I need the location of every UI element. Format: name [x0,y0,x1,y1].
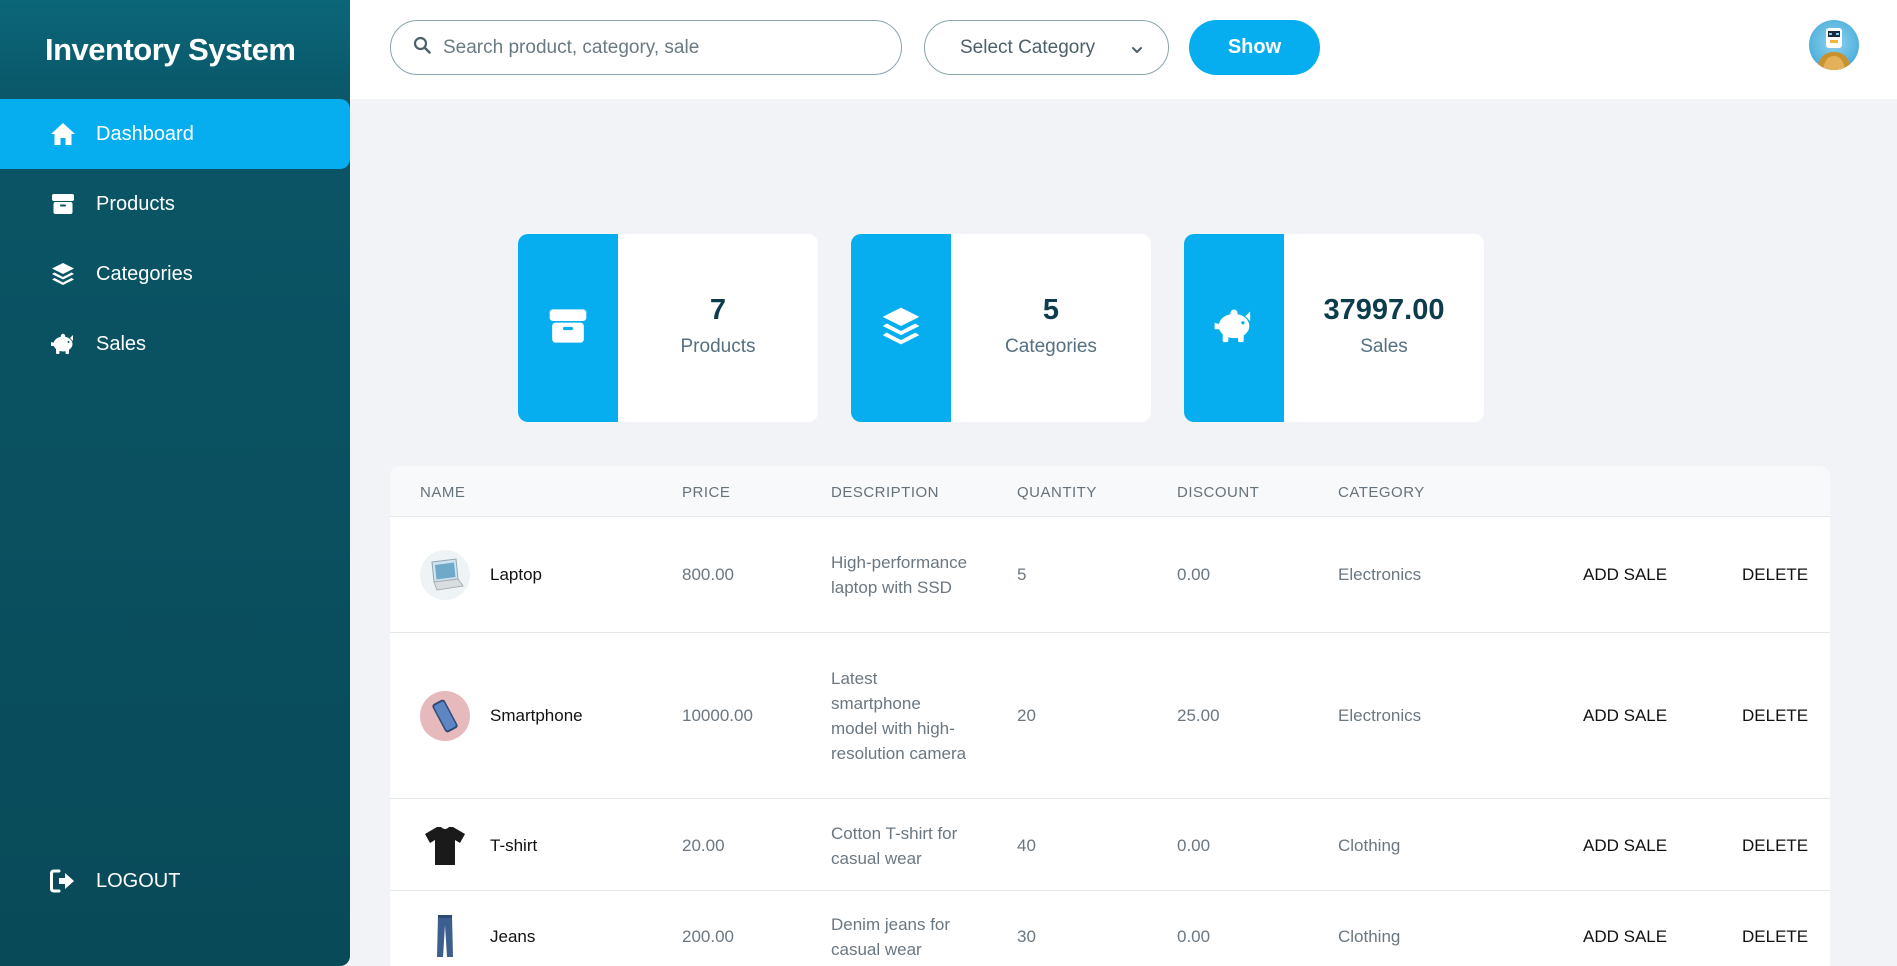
layers-icon [881,306,921,351]
chevron-down-icon [1130,41,1144,63]
box-icon [50,191,76,217]
category-select[interactable]: Select Category [924,20,1169,75]
brand-title: Inventory System [45,32,296,67]
stat-label: Products [680,336,756,357]
column-header-description: DESCRIPTION [831,484,940,501]
product-discount: 0.00 [1177,835,1211,855]
product-description: Denim jeans for casual wear [831,914,951,959]
product-price: 10000.00 [682,706,753,725]
product-name: T-shirt [490,835,538,855]
column-header-price: PRICE [682,484,731,501]
avatar[interactable] [1809,20,1859,70]
stat-label: Sales [1360,336,1408,357]
product-name: Jeans [490,926,536,946]
product-discount: 25.00 [1177,706,1220,725]
product-category: Clothing [1338,835,1401,855]
delete-button[interactable]: DELETE [1742,517,1808,633]
products-table: NAME PRICE DESCRIPTION QUANTITY DISCOUNT… [390,466,1830,966]
stat-label: Categories [1005,336,1097,357]
home-icon [50,121,76,147]
product-price: 20.00 [682,835,725,855]
table-row: T-shirt 20.00 Cotton T-shirt for casual … [390,800,1830,891]
sidebar-item-label: Sales [96,332,147,355]
laptop-thumbnail [420,550,470,600]
sidebar-item-products[interactable]: Products [0,169,350,239]
stat-card-categories: 5 Categories [851,234,1151,422]
layers-icon [50,261,76,287]
top-bar: Select Category Show [350,0,1897,99]
stat-card-products: 7 Products [518,234,818,422]
sidebar: Inventory System Dashboard Products Cate… [0,0,350,966]
search-icon [413,36,431,59]
jeans-thumbnail [420,911,470,961]
table-row: Jeans 200.00 Denim jeans for casual wear… [390,891,1830,966]
piggy-bank-icon [1213,306,1255,351]
product-category: Clothing [1338,926,1401,946]
add-sale-button[interactable]: ADD SALE [1583,633,1667,799]
logout-button[interactable]: LOGOUT [0,846,350,916]
sidebar-nav: Dashboard Products Categories Sales [0,99,350,379]
sidebar-item-label: Products [96,192,175,215]
box-icon [548,306,588,351]
sidebar-item-label: Categories [96,262,193,285]
sidebar-item-categories[interactable]: Categories [0,239,350,309]
product-category: Electronics [1338,565,1422,584]
logout-label: LOGOUT [96,869,181,892]
product-quantity: 5 [1017,565,1027,584]
add-sale-button[interactable]: ADD SALE [1583,800,1667,891]
show-button[interactable]: Show [1189,20,1320,75]
table-row: Laptop 800.00 High-performance laptop wi… [390,517,1830,633]
product-price: 800.00 [682,565,734,584]
sidebar-item-sales[interactable]: Sales [0,309,350,379]
piggy-bank-icon [50,331,76,357]
product-name: Laptop [490,565,542,584]
delete-button[interactable]: DELETE [1742,800,1808,891]
search-input[interactable] [443,36,883,59]
product-category: Electronics [1338,706,1422,725]
product-discount: 0.00 [1177,565,1211,584]
stat-card-sales: 37997.00 Sales [1184,234,1484,422]
product-description: Latest smartphone model with high-resolu… [831,669,967,763]
column-header-discount: DISCOUNT [1177,484,1260,501]
product-name: Smartphone [490,706,583,725]
product-price: 200.00 [682,926,734,946]
stat-value: 37997.00 [1323,294,1445,326]
column-header-name: NAME [420,484,466,501]
product-description: High-performance laptop with SSD [831,553,968,597]
tshirt-thumbnail [420,820,470,870]
logout-icon [50,868,76,894]
sidebar-item-dashboard[interactable]: Dashboard [0,99,350,169]
column-header-quantity: QUANTITY [1017,484,1097,501]
stat-value: 7 [709,294,727,326]
category-select-label: Select Category [960,36,1096,58]
add-sale-button[interactable]: ADD SALE [1583,891,1667,966]
search-box[interactable] [390,20,902,75]
product-description: Cotton T-shirt for casual wear [831,823,958,868]
product-quantity: 20 [1017,706,1036,725]
product-discount: 0.00 [1177,926,1211,946]
delete-button[interactable]: DELETE [1742,891,1808,966]
product-quantity: 40 [1017,835,1036,855]
delete-button[interactable]: DELETE [1742,633,1808,799]
table-header: NAME PRICE DESCRIPTION QUANTITY DISCOUNT… [390,466,1830,517]
smartphone-thumbnail [420,691,470,741]
stat-value: 5 [1042,294,1060,326]
table-row: Smartphone 10000.00 Latest smartphone mo… [390,633,1830,799]
column-header-category: CATEGORY [1338,484,1425,501]
add-sale-button[interactable]: ADD SALE [1583,517,1667,633]
product-quantity: 30 [1017,926,1036,946]
sidebar-item-label: Dashboard [96,122,194,145]
